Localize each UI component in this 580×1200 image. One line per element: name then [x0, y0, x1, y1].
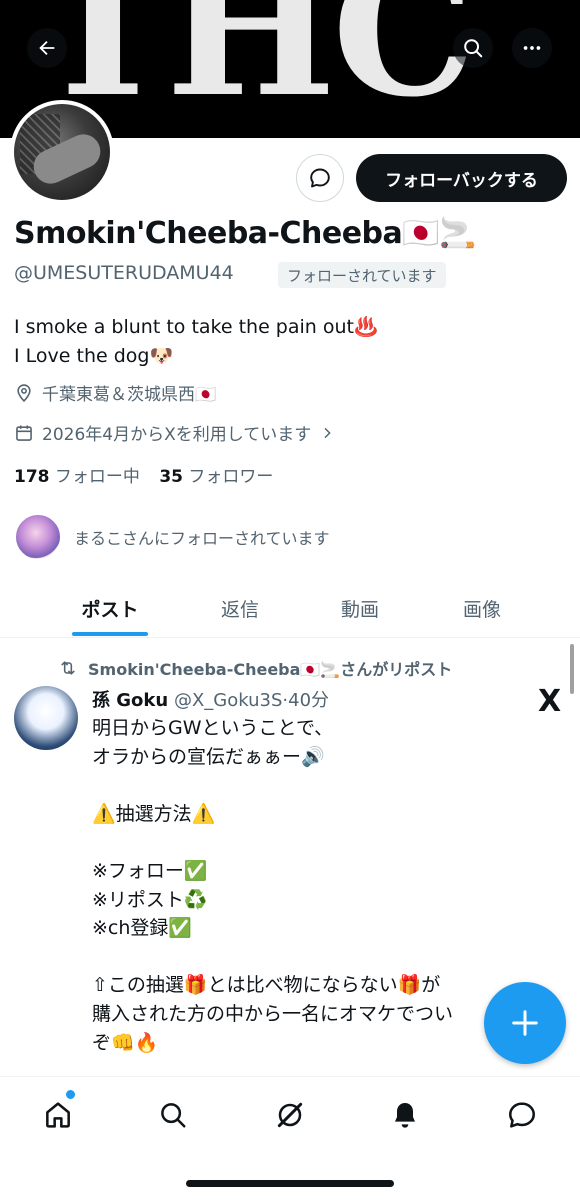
- home-notification-dot: [66, 1090, 75, 1099]
- chevron-right-icon: [324, 427, 331, 438]
- nav-messages[interactable]: [502, 1095, 542, 1135]
- nav-search[interactable]: [153, 1095, 193, 1135]
- post-time[interactable]: 40分: [288, 690, 329, 711]
- location-pin-icon: [17, 383, 31, 402]
- tab-active-indicator: [72, 632, 148, 636]
- home-icon: [46, 1102, 70, 1128]
- post-author-avatar[interactable]: [14, 686, 78, 750]
- calendar-icon: [16, 425, 32, 441]
- nav-notifications[interactable]: [385, 1095, 425, 1135]
- bell-icon: [395, 1103, 415, 1128]
- compose-button[interactable]: [484, 982, 566, 1064]
- follows-you-badge: フォローされています: [278, 262, 446, 288]
- joined-text: 2026年4月からXを利用しています: [42, 425, 312, 445]
- post-header: 孫 Goku @X_Goku3S·40分: [92, 686, 329, 712]
- joined-row[interactable]: 2026年4月からXを利用しています: [14, 420, 335, 445]
- back-button[interactable]: [27, 28, 67, 68]
- profile-bio: I smoke a blunt to take the pain out♨️ I…: [14, 313, 378, 371]
- message-icon: [310, 168, 330, 188]
- repost-indicator[interactable]: Smokin'Cheeba-Cheeba🇯🇵🚬さんがリポスト: [58, 656, 452, 680]
- grok-icon: [277, 1102, 303, 1128]
- banner-art: THC: [36, 0, 475, 137]
- home-indicator[interactable]: [186, 1180, 394, 1187]
- search-button[interactable]: [453, 28, 493, 68]
- tab-videos[interactable]: 動画: [300, 578, 420, 638]
- back-arrow-icon: [39, 40, 55, 56]
- location-row: 千葉東葛＆茨城県西🇯🇵: [14, 380, 216, 405]
- repost-text: Smokin'Cheeba-Cheeba🇯🇵🚬さんがリポスト: [88, 660, 453, 679]
- post-author-handle[interactable]: @X_Goku3S: [174, 690, 282, 711]
- tab-images[interactable]: 画像: [420, 578, 544, 638]
- followers-label: フォロワー: [188, 467, 274, 487]
- scrollbar[interactable]: [570, 644, 574, 694]
- search-icon: [161, 1103, 186, 1128]
- messages-icon: [509, 1102, 535, 1128]
- display-name: Smokin'Cheeba-Cheeba🇯🇵🚬: [14, 216, 476, 251]
- message-button[interactable]: [296, 154, 344, 202]
- location-text: 千葉東葛＆茨城県西🇯🇵: [42, 385, 217, 405]
- post-author-name[interactable]: 孫 Goku: [92, 690, 168, 711]
- following-label: フォロー中: [54, 467, 140, 487]
- follow-back-button[interactable]: フォローバックする: [356, 154, 567, 202]
- following-count: 178: [14, 467, 50, 487]
- followers-count: 35: [159, 467, 183, 487]
- x-logo-icon: X: [538, 684, 562, 719]
- tab-posts[interactable]: ポスト: [40, 578, 180, 638]
- user-handle: @UMESUTERUDAMU44: [14, 262, 234, 284]
- plus-icon: [512, 1010, 538, 1036]
- followed-by-row[interactable]: まるこさんにフォローされています: [14, 513, 330, 561]
- more-button[interactable]: [512, 28, 552, 68]
- bio-line: I smoke a blunt to take the pain out♨️: [14, 316, 378, 338]
- repost-icon: [61, 661, 75, 675]
- profile-avatar[interactable]: [10, 100, 114, 204]
- nav-grok[interactable]: [270, 1095, 310, 1135]
- bio-line: I Love the dog🐶: [14, 345, 174, 367]
- post-body[interactable]: 明日からGWということで、 オラからの宣伝だぁぁー🔊 ⚠️抽選方法⚠️ ※フォロ…: [92, 714, 453, 1057]
- search-icon: [464, 39, 483, 58]
- followers-stat[interactable]: 35 フォロワー: [159, 467, 273, 487]
- profile-tabs: ポスト 返信 動画 画像: [0, 578, 580, 638]
- more-icon: [523, 46, 541, 50]
- follower-avatar: [14, 513, 62, 561]
- follow-stats: 178 フォロー中 35 フォロワー: [14, 462, 273, 487]
- nav-home[interactable]: [38, 1095, 78, 1135]
- following-stat[interactable]: 178 フォロー中: [14, 467, 140, 487]
- tab-replies[interactable]: 返信: [180, 578, 300, 638]
- followed-by-text: まるこさんにフォローされています: [74, 529, 330, 548]
